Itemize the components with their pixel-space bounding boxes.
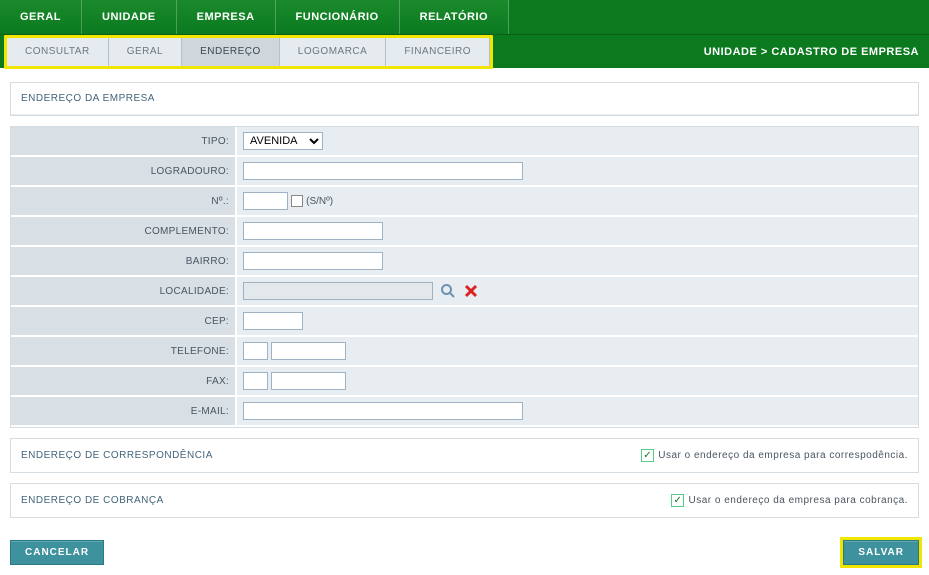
label-fax: FAX: bbox=[11, 366, 236, 396]
tab-geral[interactable]: GERAL bbox=[109, 38, 182, 66]
input-telefone-ddd[interactable] bbox=[243, 342, 268, 360]
input-complemento[interactable] bbox=[243, 222, 383, 240]
label-email: E-MAIL: bbox=[11, 396, 236, 426]
form-table: TIPO: AVENIDA LOGRADOURO: Nº.: (S/Nº) bbox=[11, 127, 918, 427]
tab-endereco[interactable]: ENDEREÇO bbox=[182, 38, 280, 66]
label-sn: (S/Nº) bbox=[306, 196, 333, 207]
input-telefone[interactable] bbox=[271, 342, 346, 360]
form-panel: TIPO: AVENIDA LOGRADOURO: Nº.: (S/Nº) bbox=[10, 126, 919, 428]
label-bairro: BAIRRO: bbox=[11, 246, 236, 276]
input-bairro[interactable] bbox=[243, 252, 383, 270]
checkbox-usar-cobranca[interactable]: ✓ bbox=[671, 494, 684, 507]
save-button[interactable]: SALVAR bbox=[843, 540, 919, 565]
input-localidade[interactable] bbox=[243, 282, 433, 300]
panel-cobranca: ENDEREÇO DE COBRANÇA ✓ Usar o endereço d… bbox=[10, 483, 919, 518]
label-numero: Nº.: bbox=[11, 186, 236, 216]
tab-consultar[interactable]: CONSULTAR bbox=[7, 38, 109, 66]
cancel-button[interactable]: CANCELAR bbox=[10, 540, 104, 565]
tab-financeiro[interactable]: FINANCEIRO bbox=[386, 38, 490, 66]
menu-item-relatorio[interactable]: RELATÓRIO bbox=[400, 0, 509, 34]
sub-bar: CONSULTAR GERAL ENDEREÇO LOGOMARCA FINAN… bbox=[0, 34, 929, 68]
label-usar-cobranca: Usar o endereço da empresa para cobrança… bbox=[688, 495, 908, 506]
menu-item-unidade[interactable]: UNIDADE bbox=[82, 0, 177, 34]
label-localidade: LOCALIDADE: bbox=[11, 276, 236, 306]
label-telefone: TELEFONE: bbox=[11, 336, 236, 366]
label-usar-correspondencia: Usar o endereço da empresa para correspo… bbox=[658, 450, 908, 461]
checkbox-usar-correspondencia[interactable]: ✓ bbox=[641, 449, 654, 462]
tab-strip: CONSULTAR GERAL ENDEREÇO LOGOMARCA FINAN… bbox=[4, 35, 493, 69]
top-menu: GERAL UNIDADE EMPRESA FUNCIONÁRIO RELATÓ… bbox=[0, 0, 929, 34]
panel-title-endereco-empresa: ENDEREÇO DA EMPRESA bbox=[11, 83, 918, 115]
select-tipo[interactable]: AVENIDA bbox=[243, 132, 323, 150]
panel-title-cobranca: ENDEREÇO DE COBRANÇA bbox=[21, 495, 164, 506]
label-tipo: TIPO: bbox=[11, 127, 236, 156]
input-fax[interactable] bbox=[271, 372, 346, 390]
tab-logomarca[interactable]: LOGOMARCA bbox=[280, 38, 387, 66]
menu-item-funcionario[interactable]: FUNCIONÁRIO bbox=[276, 0, 400, 34]
label-cep: CEP: bbox=[11, 306, 236, 336]
input-logradouro[interactable] bbox=[243, 162, 523, 180]
input-email[interactable] bbox=[243, 402, 523, 420]
panel-endereco-empresa: ENDEREÇO DA EMPRESA bbox=[10, 82, 919, 116]
panel-title-correspondencia: ENDEREÇO DE CORRESPONDÊNCIA bbox=[21, 450, 213, 461]
clear-icon[interactable] bbox=[463, 283, 479, 299]
label-complemento: COMPLEMENTO: bbox=[11, 216, 236, 246]
panel-correspondencia: ENDEREÇO DE CORRESPONDÊNCIA ✓ Usar o end… bbox=[10, 438, 919, 473]
checkbox-sn[interactable] bbox=[291, 195, 303, 207]
input-numero[interactable] bbox=[243, 192, 288, 210]
input-fax-ddd[interactable] bbox=[243, 372, 268, 390]
breadcrumb: UNIDADE > CADASTRO DE EMPRESA bbox=[704, 46, 929, 58]
search-icon[interactable] bbox=[440, 283, 456, 299]
button-bar: CANCELAR SALVAR bbox=[0, 536, 929, 575]
input-cep[interactable] bbox=[243, 312, 303, 330]
label-logradouro: LOGRADOURO: bbox=[11, 156, 236, 186]
menu-item-empresa[interactable]: EMPRESA bbox=[177, 0, 276, 34]
menu-item-geral[interactable]: GERAL bbox=[0, 0, 82, 34]
